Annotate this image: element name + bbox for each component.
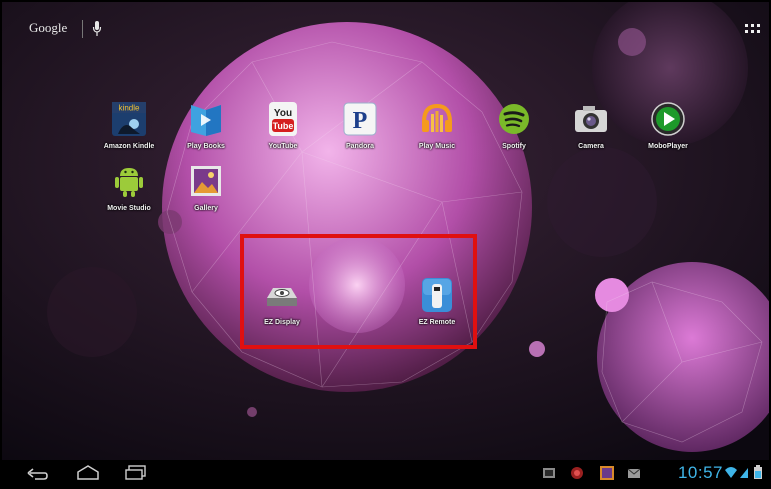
wifi-icon [725, 467, 737, 478]
play-music-icon [422, 103, 452, 132]
app-label: Movie Studio [107, 205, 151, 212]
app-label: YouTube [268, 143, 298, 150]
back-button-icon[interactable] [26, 464, 48, 481]
android-tablet-screen: Google kindle Amazon Kindle Play Books Y… [2, 2, 769, 485]
microphone-icon[interactable] [92, 20, 102, 38]
app-label: Gallery [194, 205, 218, 212]
home-button-icon[interactable] [76, 464, 100, 481]
all-apps-grid-icon[interactable] [743, 22, 763, 36]
app-label: MoboPlayer [648, 143, 688, 150]
app-label: Play Books [187, 143, 225, 150]
recent-apps-button-icon[interactable] [124, 464, 148, 481]
svg-text:Tube: Tube [273, 121, 294, 131]
play-books-icon [191, 105, 221, 136]
app-play-music[interactable]: Play Music [403, 100, 471, 170]
email-notification-icon[interactable] [627, 464, 641, 481]
svg-text:P: P [353, 108, 368, 134]
app-amazon-kindle[interactable]: kindle Amazon Kindle [95, 100, 163, 170]
app-label: Camera [578, 143, 604, 150]
google-search-logo[interactable]: Google [29, 20, 67, 36]
app-label: EZ Display [264, 319, 300, 326]
app-play-books[interactable]: Play Books [172, 100, 240, 170]
gallery-icon [191, 166, 221, 196]
svg-text:You: You [274, 108, 292, 119]
app-label: EZ Remote [418, 319, 456, 326]
app-ez-display[interactable]: EZ Display [248, 276, 316, 346]
screenshot-notification-icon[interactable] [542, 464, 556, 481]
signal-icon [740, 468, 748, 478]
svg-text:kindle: kindle [119, 104, 140, 113]
camera-icon [575, 106, 607, 132]
search-bar-divider [82, 20, 83, 38]
movie-studio-icon [115, 168, 143, 197]
status-clock[interactable]: 10:57 [678, 463, 723, 483]
app-youtube[interactable]: You Tube YouTube [249, 100, 317, 170]
ez-display-icon [267, 288, 297, 306]
top-search-bar: Google [2, 10, 769, 38]
system-navigation-bar: 10:57 [2, 460, 769, 485]
pandora-icon: P [343, 102, 377, 136]
app-label: Pandora [345, 143, 374, 150]
app-label: Play Music [418, 143, 456, 150]
moboplayer-icon [651, 102, 685, 136]
app-camera[interactable]: Camera [557, 100, 625, 170]
app-movie-studio[interactable]: Movie Studio [95, 162, 163, 232]
spotify-icon [499, 104, 529, 134]
gallery-notification-icon[interactable] [599, 464, 615, 481]
app-label: Amazon Kindle [103, 143, 155, 150]
app-pandora[interactable]: P Pandora [326, 100, 394, 170]
app-moboplayer[interactable]: MoboPlayer [634, 100, 702, 170]
battery-icon [754, 465, 762, 479]
youtube-icon: You Tube [269, 102, 297, 136]
app-label: Spotify [502, 143, 526, 150]
app-ez-remote[interactable]: EZ Remote [403, 276, 471, 346]
app-notification-icon[interactable] [569, 464, 585, 481]
app-gallery[interactable]: Gallery [172, 162, 240, 232]
app-spotify[interactable]: Spotify [480, 100, 548, 170]
kindle-icon: kindle [112, 102, 146, 136]
ez-remote-icon [422, 278, 452, 312]
